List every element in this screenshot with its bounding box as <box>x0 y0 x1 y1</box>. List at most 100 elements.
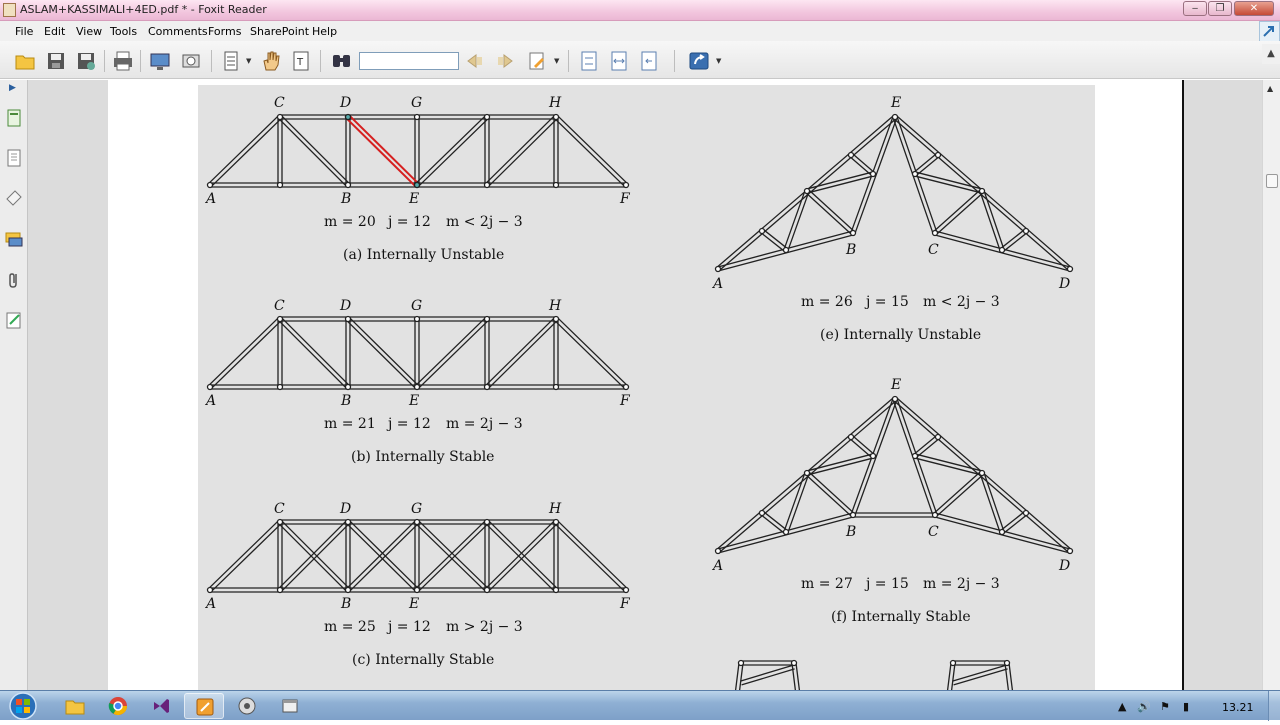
eq-c-j: j = 12 <box>386 619 431 635</box>
truss-joint <box>998 246 1006 254</box>
close-button[interactable]: ✕ <box>1234 1 1274 16</box>
eq-c-cond: m > 2j − 3 <box>446 619 523 635</box>
chrome-icon[interactable] <box>98 693 138 719</box>
flag-icon[interactable]: ⚑ <box>1160 700 1170 713</box>
restore-button[interactable]: ❐ <box>1208 1 1232 16</box>
toolbar-separator <box>568 50 569 72</box>
truss-joint <box>949 659 957 667</box>
label-a-c: C <box>274 95 285 111</box>
menu-help[interactable]: Help <box>312 25 337 38</box>
signature-icon[interactable] <box>4 310 24 330</box>
media-icon[interactable] <box>227 693 267 719</box>
caption-f: (f) Internally Stable <box>831 609 971 625</box>
truss-joint <box>622 586 630 594</box>
truss-joint <box>934 433 942 441</box>
chevron-down-icon[interactable]: ▼ <box>716 57 721 65</box>
diagonal-member <box>278 317 350 389</box>
diagonal-member <box>278 115 350 187</box>
truss-joint <box>1066 265 1074 273</box>
visual-studio-icon[interactable] <box>141 693 181 719</box>
web-member <box>760 228 788 253</box>
next-icon[interactable] <box>494 50 516 72</box>
menu-forms[interactable]: Forms <box>208 25 241 38</box>
explorer-icon[interactable] <box>55 693 95 719</box>
menu-file[interactable]: File <box>15 25 33 38</box>
start-orb[interactable] <box>3 691 43 721</box>
scrollbar-thumb[interactable] <box>1266 174 1278 188</box>
truss-joint <box>344 518 352 526</box>
find-icon[interactable] <box>331 50 353 72</box>
find-input[interactable] <box>359 52 459 70</box>
pin-icon[interactable] <box>1259 21 1280 43</box>
snapshot-icon[interactable] <box>180 50 202 72</box>
web-member <box>933 189 984 235</box>
tray-expand-icon[interactable]: ▲ <box>1118 700 1126 713</box>
open-icon[interactable] <box>14 50 36 72</box>
power-icon[interactable]: ▮ <box>1183 700 1189 713</box>
vertical-scrollbar[interactable]: ▲ <box>1262 80 1280 690</box>
truss-joint <box>206 586 214 594</box>
full-screen-icon[interactable] <box>149 50 171 72</box>
chevron-down-icon[interactable]: ▼ <box>554 57 559 65</box>
clock[interactable]: 13.21 <box>1222 701 1254 714</box>
bookmarks-icon[interactable] <box>4 148 24 168</box>
label-e-e: E <box>890 95 901 111</box>
label-c-a: A <box>204 596 216 612</box>
truss-joint <box>413 383 421 391</box>
fit-visible-icon[interactable] <box>638 50 660 72</box>
pages-icon[interactable] <box>4 108 24 128</box>
attachments-icon[interactable] <box>4 270 24 290</box>
volume-icon[interactable]: 🔊 <box>1137 700 1151 713</box>
eq-f-j: j = 15 <box>864 576 909 592</box>
label-b-e: E <box>408 393 419 409</box>
fit-width-icon[interactable] <box>608 50 630 72</box>
post <box>1004 662 1014 696</box>
page-layout-icon[interactable] <box>220 50 242 72</box>
menu-tools[interactable]: Tools <box>110 25 137 38</box>
eq-b-cond: m = 2j − 3 <box>446 416 523 432</box>
scroll-up-icon[interactable]: ▲ <box>1267 84 1273 93</box>
save-as-icon[interactable] <box>75 50 97 72</box>
menu-view[interactable]: View <box>76 25 102 38</box>
truss-joint <box>934 151 942 159</box>
window-title: ASLAM+KASSIMALI+4ED.pdf * - Foxit Reader <box>20 3 267 16</box>
truss-joint <box>413 586 421 594</box>
select-text-icon[interactable]: T <box>290 50 312 72</box>
vertical-member <box>345 117 351 185</box>
truss-joint <box>413 113 421 121</box>
eq-a-m: m = 20 <box>324 214 376 230</box>
hand-tool-icon[interactable] <box>260 50 282 72</box>
label-a-f: F <box>619 191 631 207</box>
minimize-button[interactable]: ‒ <box>1183 1 1207 16</box>
caption-e: (e) Internally Unstable <box>820 327 981 343</box>
expand-panel-icon[interactable]: ▶ <box>9 83 16 93</box>
end-post-right <box>554 520 628 592</box>
previous-icon[interactable] <box>464 50 486 72</box>
menu-comments[interactable]: Comments <box>148 25 208 38</box>
annotations-icon[interactable] <box>4 188 24 208</box>
diagonal-member <box>346 317 419 389</box>
window-icon[interactable] <box>270 693 310 719</box>
highlight-icon[interactable] <box>526 50 548 72</box>
menu-edit[interactable]: Edit <box>44 25 65 38</box>
tab-list-icon[interactable]: ▲ <box>1262 44 1280 64</box>
diagonal-member <box>278 520 350 592</box>
print-icon[interactable] <box>112 50 134 72</box>
share-icon[interactable] <box>688 50 710 72</box>
truss-joint <box>276 586 284 594</box>
comments-icon[interactable] <box>4 230 24 250</box>
chevron-down-icon[interactable]: ▼ <box>246 57 251 65</box>
vertical-member <box>484 319 490 387</box>
show-desktop-button[interactable] <box>1268 691 1280 721</box>
vertical-member <box>345 522 351 590</box>
eq-e-j: j = 15 <box>864 294 909 310</box>
svg-text:T: T <box>296 57 304 68</box>
menu-sharepoint[interactable]: SharePoint <box>250 25 309 38</box>
end-post-right <box>554 317 628 389</box>
truss-joint <box>276 113 284 121</box>
label-f-a: A <box>711 558 723 574</box>
save-icon[interactable] <box>45 50 67 72</box>
foxit-icon[interactable] <box>184 693 224 719</box>
fit-page-icon[interactable] <box>578 50 600 72</box>
foxit-reader-window: ASLAM+KASSIMALI+4ED.pdf * - Foxit Reader… <box>0 0 1280 721</box>
